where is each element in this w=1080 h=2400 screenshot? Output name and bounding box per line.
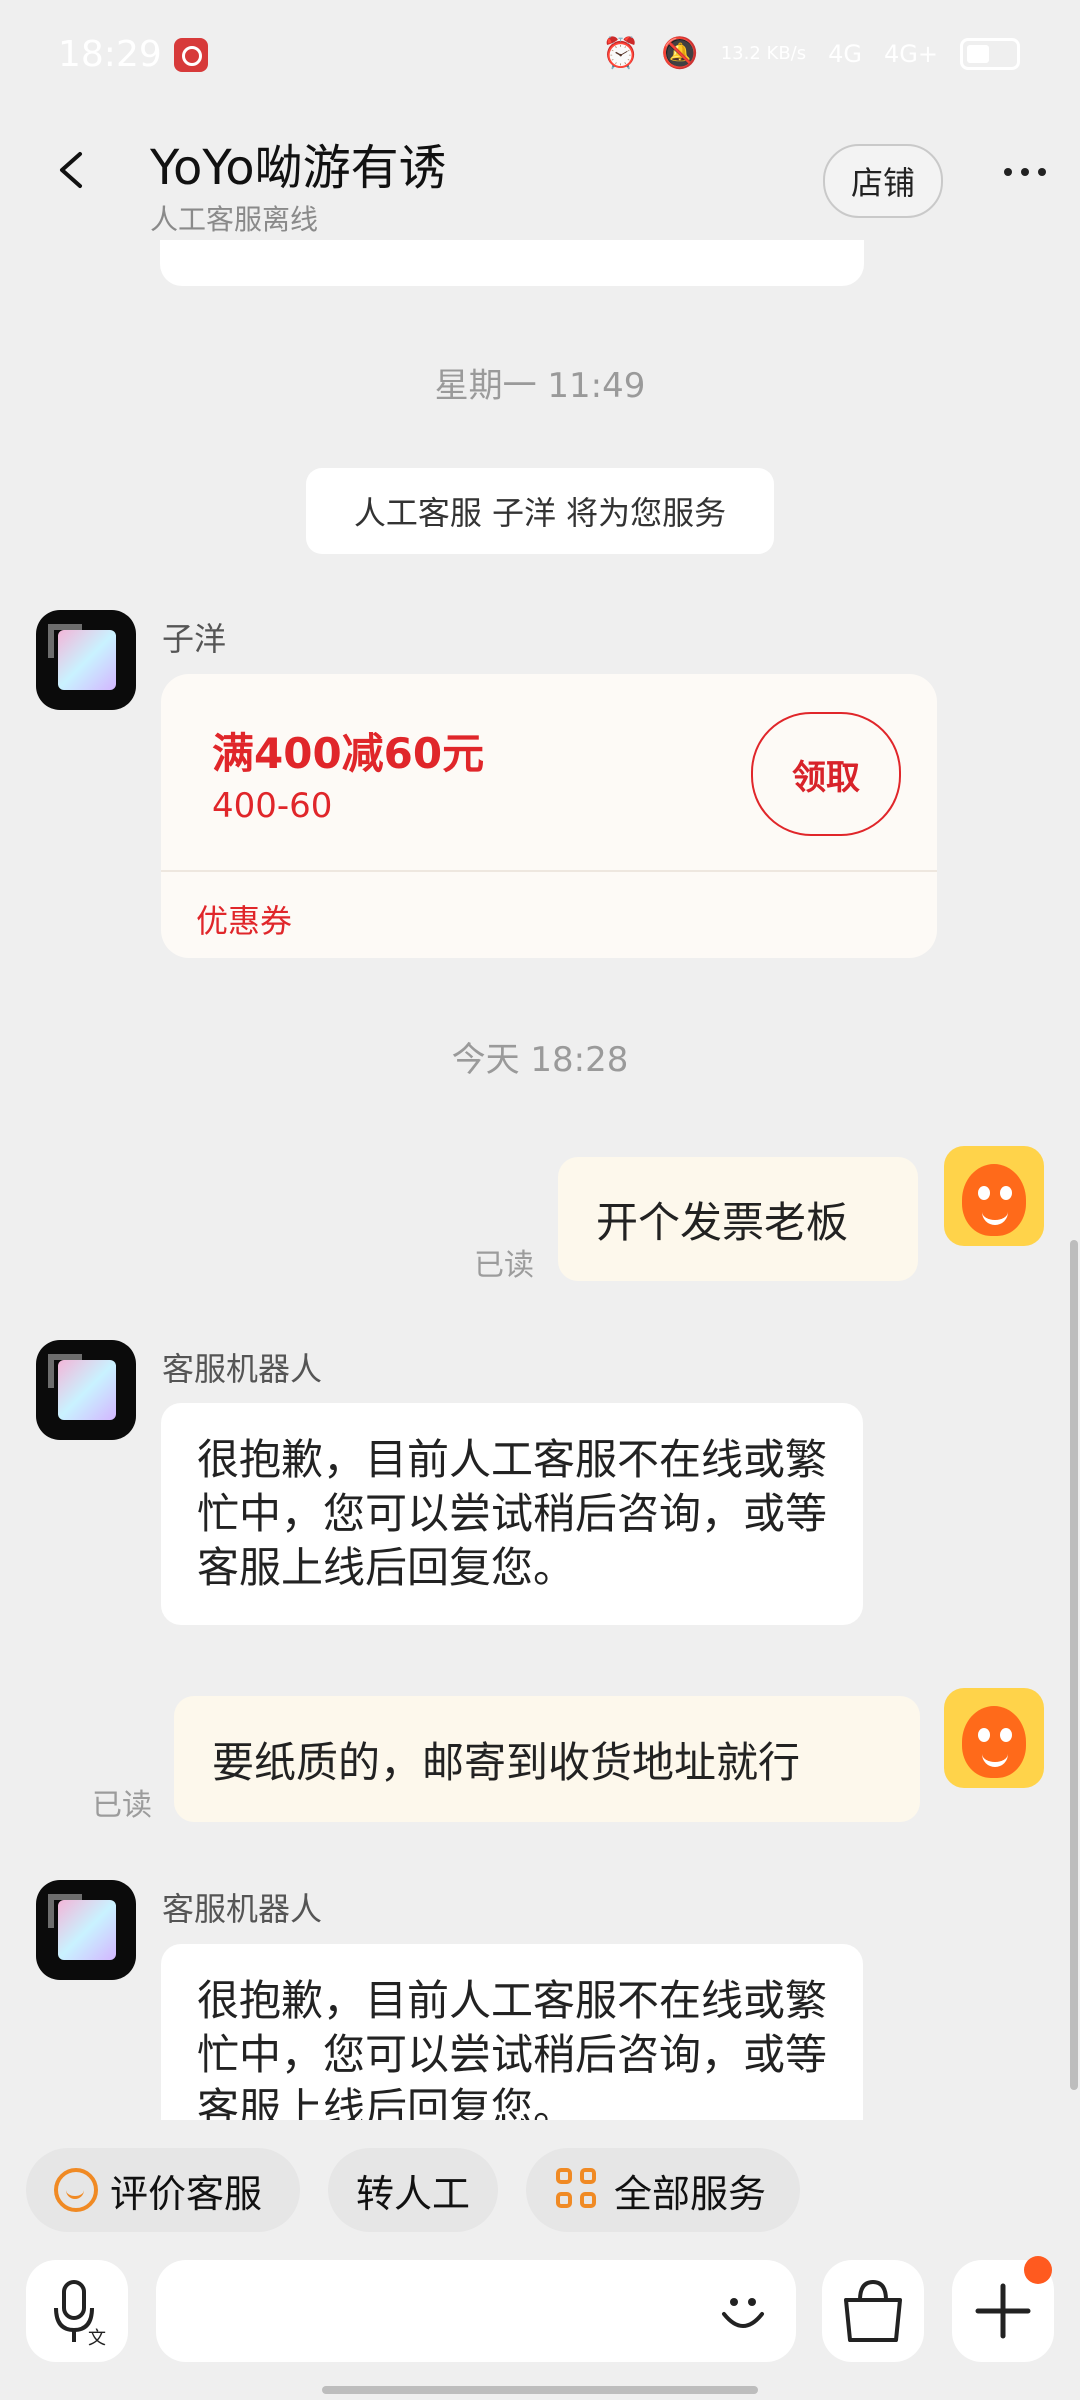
coupon-amount: 400-60 xyxy=(212,786,333,826)
coupon-title: 满400减60元 xyxy=(212,729,485,778)
chat-scrollbar[interactable] xyxy=(1070,1240,1078,2090)
rate-service-label: 评价客服 xyxy=(110,2171,263,2216)
microphone-icon: 文 xyxy=(54,2280,106,2349)
bot-name: 客服机器人 xyxy=(162,1890,323,1928)
bot-message-clip: 很抱歉，目前人工客服不在线或繁忙中，您可以尝试稍后咨询，或等客服上线后回复您。 xyxy=(161,1944,863,2120)
timestamp: 今天 18:28 xyxy=(451,1040,629,1080)
user-avatar[interactable] xyxy=(944,1146,1044,1246)
alarm-icon: ⏰ xyxy=(602,36,640,71)
user-message: 开个发票老板 xyxy=(558,1157,918,1281)
home-indicator[interactable] xyxy=(322,2386,758,2394)
rate-service-button[interactable]: 评价客服 xyxy=(26,2148,300,2232)
coupon-label: 优惠券 xyxy=(196,902,293,940)
bot-avatar[interactable] xyxy=(36,1880,136,1980)
bot-message: 很抱歉，目前人工客服不在线或繁忙中，您可以尝试稍后咨询，或等客服上线后回复您。 xyxy=(161,1403,863,1625)
message-input[interactable] xyxy=(156,2260,796,2362)
network-speed: 13.2 KB/s xyxy=(720,43,807,64)
shopping-bag-icon xyxy=(844,2279,902,2342)
bot-message: 很抱歉，目前人工客服不在线或繁忙中，您可以尝试稍后咨询，或等客服上线后回复您。 xyxy=(161,1944,863,2120)
grid-icon xyxy=(556,2168,600,2212)
status-icons: ⏰ 🔕 13.2 KB/s 4G 4G+ xyxy=(602,36,1020,71)
read-receipt: 已读 xyxy=(92,1788,152,1823)
all-services-button[interactable]: 全部服务 xyxy=(526,2148,800,2232)
previous-message-bubble xyxy=(160,240,864,286)
transfer-human-button[interactable]: 转人工 xyxy=(328,2148,498,2232)
voice-input-button[interactable]: 文 xyxy=(26,2260,128,2362)
bot-name: 客服机器人 xyxy=(162,1350,323,1388)
all-services-label: 全部服务 xyxy=(614,2171,767,2216)
timestamp: 星期一 11:49 xyxy=(434,366,646,406)
coupon-card[interactable]: 满400减60元 400-60 领取 优惠券 xyxy=(161,674,937,958)
notification-dot xyxy=(1024,2256,1052,2284)
battery-icon xyxy=(960,37,1020,70)
netease-music-icon xyxy=(174,38,208,72)
mute-icon: 🔕 xyxy=(661,36,699,71)
signal-4g: 4G xyxy=(828,39,863,68)
service-notice: 人工客服 子洋 将为您服务 xyxy=(306,468,774,554)
smile-icon xyxy=(54,2168,98,2212)
user-avatar[interactable] xyxy=(944,1688,1044,1788)
user-message: 要纸质的，邮寄到收货地址就行 xyxy=(174,1696,920,1822)
claim-coupon-button[interactable]: 领取 xyxy=(751,712,901,836)
chat-subtitle: 人工客服离线 xyxy=(150,203,319,236)
shop-button[interactable]: 店铺 xyxy=(823,144,943,218)
shopping-bag-button[interactable] xyxy=(822,2260,924,2362)
more-icon[interactable] xyxy=(1000,162,1050,182)
svg-text:文: 文 xyxy=(88,2328,106,2349)
transfer-human-label: 转人工 xyxy=(355,2171,470,2216)
agent-avatar[interactable] xyxy=(36,610,136,710)
emoji-icon[interactable] xyxy=(716,2284,770,2338)
chat-title: YoYo呦游有诱 xyxy=(150,140,447,196)
status-time: 18:29 xyxy=(58,34,162,75)
signal-4g-plus: 4G+ xyxy=(884,39,938,68)
coupon-divider xyxy=(161,870,937,872)
read-receipt: 已读 xyxy=(474,1248,534,1283)
back-arrow-icon[interactable] xyxy=(52,150,92,190)
agent-name: 子洋 xyxy=(162,620,227,658)
bot-avatar[interactable] xyxy=(36,1340,136,1440)
